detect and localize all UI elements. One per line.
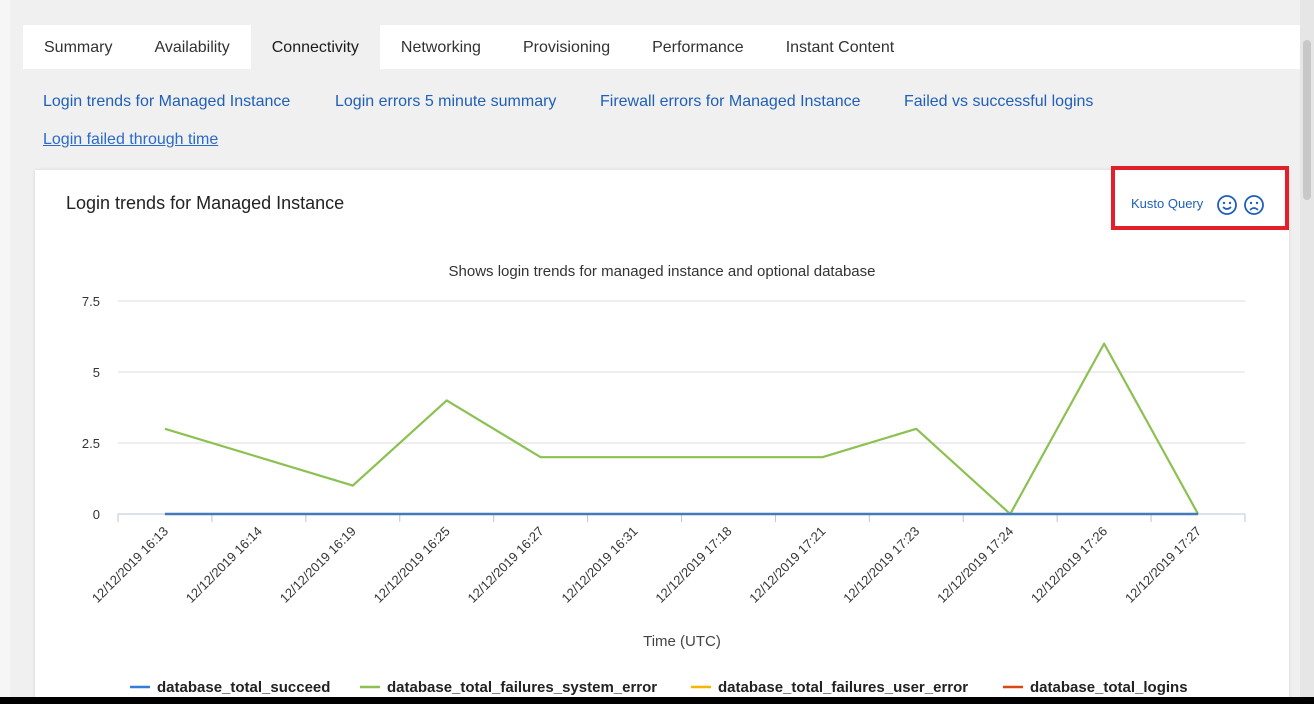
chart-legend: database_total_succeed database_total_fai…: [130, 679, 1188, 696]
login-trends-chart: Shows login trends for managed instance …: [82, 263, 1246, 696]
x-tick-label: 12/12/2019 17:21: [746, 524, 828, 606]
legend-label: database_total_logins: [1030, 679, 1188, 696]
vertical-scrollbar[interactable]: [1300, 0, 1314, 704]
x-tick-label: 12/12/2019 16:19: [277, 524, 359, 606]
legend-label: database_total_failures_system_error: [387, 679, 657, 696]
x-tick-label: 12/12/2019 16:25: [371, 524, 453, 606]
scrollbar-thumb[interactable]: [1303, 40, 1311, 200]
y-tick-label: 5: [93, 365, 100, 380]
y-tick-label: 0: [93, 507, 100, 522]
chart-grid: [118, 300, 1245, 444]
x-tick-label: 12/12/2019 16:31: [558, 524, 640, 606]
bottom-edge: [0, 697, 1314, 704]
x-tick-label: 12/12/2019 16:14: [183, 524, 265, 606]
chart-subtitle: Shows login trends for managed instance …: [449, 263, 876, 280]
chart-series: [164, 342, 1200, 516]
x-axis: 12/12/2019 16:13 12/12/2019 16:14 12/12/20…: [89, 513, 1246, 606]
x-tick-label: 12/12/2019 17:18: [652, 524, 734, 606]
x-axis-title: Time (UTC): [643, 633, 721, 650]
y-tick-label: 7.5: [82, 294, 100, 309]
x-tick-label: 12/12/2019 17:27: [1122, 524, 1204, 606]
series-line-database_total_failures_system_error: [164, 342, 1200, 516]
legend-label: database_total_failures_user_error: [718, 679, 968, 696]
x-tick-label: 12/12/2019 16:27: [465, 524, 547, 606]
y-axis: 0 2.5 5 7.5: [82, 294, 100, 522]
x-tick-label: 12/12/2019 16:13: [89, 524, 171, 606]
legend-label: database_total_succeed: [157, 679, 330, 696]
y-tick-label: 2.5: [82, 436, 100, 451]
x-tick-label: 12/12/2019 17:24: [934, 524, 1016, 606]
x-tick-label: 12/12/2019 17:26: [1028, 524, 1110, 606]
x-tick-label: 12/12/2019 17:23: [840, 524, 922, 606]
